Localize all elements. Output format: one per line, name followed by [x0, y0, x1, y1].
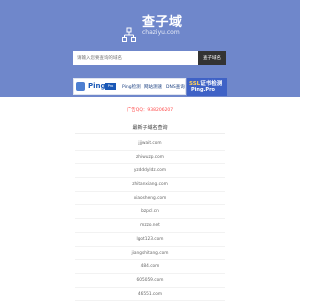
ping-pro-badge: Pro — [105, 83, 116, 90]
card-header: 最新子域名查询 — [75, 118, 225, 134]
domain-link[interactable]: xiaosheng.com — [75, 192, 225, 206]
ssl-banner-title: SSL证书检测 — [189, 79, 222, 87]
search-bar: 查子域名 — [73, 51, 226, 65]
domain-link[interactable]: 605059.com — [75, 274, 225, 288]
banner-link-speedtest[interactable]: 网站测速 — [144, 84, 162, 90]
ping-logo-icon — [76, 82, 85, 91]
ssl-banner-sub: Ping.Pro — [191, 87, 215, 93]
domain-link[interactable]: yzdddyldz.com — [75, 164, 225, 179]
site-logo[interactable]: 查子域 chaziyu.com — [0, 11, 300, 45]
ad-contact-text: 广告QQ：938206207 — [126, 108, 174, 113]
domain-link[interactable]: bzpcl.cn — [75, 205, 225, 220]
logo-title: 查子域 — [142, 15, 183, 30]
card-title: 最新子域名查询 — [132, 125, 168, 131]
search-input[interactable] — [73, 51, 198, 65]
domain-link[interactable]: jiangshitang.com — [75, 247, 225, 261]
domain-link[interactable]: mzzo.net — [75, 219, 225, 233]
ssl-check-banner[interactable]: SSL证书检测 Ping.Pro — [187, 78, 227, 96]
logo-domain: chaziyu.com — [142, 29, 180, 36]
recent-queries-card: 最新子域名查询 jjjwait.com zhiwuzp.com yzdddyld… — [75, 118, 225, 301]
domain-link[interactable]: jjjwait.com — [75, 137, 225, 151]
network-tree-icon — [122, 27, 136, 42]
search-button[interactable]: 查子域名 — [198, 51, 226, 65]
domain-link[interactable]: 484.com — [75, 260, 225, 274]
banner-link-ping[interactable]: Ping检测 — [122, 84, 141, 90]
domain-link[interactable]: 46551.com — [75, 288, 225, 301]
ping-brand: Ping — [88, 82, 106, 90]
banner-link-dns[interactable]: DNS查询 — [166, 84, 185, 90]
domain-link[interactable]: zhitanxiang.com — [75, 178, 225, 192]
domain-link[interactable]: lgot123.com — [75, 233, 225, 247]
domain-link[interactable]: zhiwuzp.com — [75, 151, 225, 165]
domain-list: jjjwait.com zhiwuzp.com yzdddyldz.com zh… — [75, 137, 225, 301]
ping-pro-banner[interactable]: Ping Pro Ping检测 网站测速 DNS查询 — [73, 78, 186, 95]
